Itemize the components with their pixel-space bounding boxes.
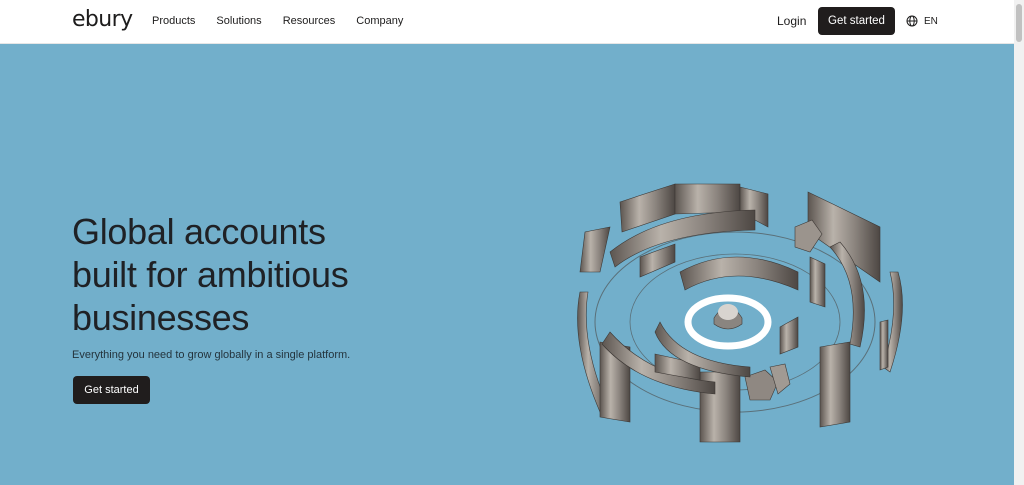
hero-headline-line-1: Global accounts: [72, 211, 326, 252]
vertical-scrollbar[interactable]: [1014, 0, 1024, 485]
metallic-rings-illustration: [577, 183, 903, 443]
login-link[interactable]: Login: [777, 14, 806, 28]
get-started-button-hero[interactable]: Get started: [73, 376, 150, 404]
nav-resources[interactable]: Resources: [283, 15, 336, 27]
language-selector[interactable]: EN: [906, 15, 938, 27]
nav-company[interactable]: Company: [356, 15, 403, 27]
hero-headline-line-2: built for ambitious: [72, 254, 349, 295]
hero-section: Global accounts built for ambitious busi…: [0, 44, 1014, 485]
nav-solutions[interactable]: Solutions: [216, 15, 261, 27]
get-started-button-nav[interactable]: Get started: [818, 7, 895, 35]
hero-headline: Global accounts built for ambitious busi…: [72, 210, 349, 339]
hero-headline-line-3: businesses: [72, 297, 250, 338]
hero-subtitle: Everything you need to grow globally in …: [72, 349, 351, 361]
language-label: EN: [924, 15, 938, 27]
ebury-logo[interactable]: ebury: [72, 7, 133, 32]
top-navbar: ebury Products Solutions Resources Compa…: [0, 0, 1014, 44]
scrollbar-thumb[interactable]: [1016, 4, 1022, 42]
globe-icon: [906, 15, 918, 27]
nav-products[interactable]: Products: [152, 15, 195, 27]
main-nav: Products Solutions Resources Company: [152, 15, 403, 27]
